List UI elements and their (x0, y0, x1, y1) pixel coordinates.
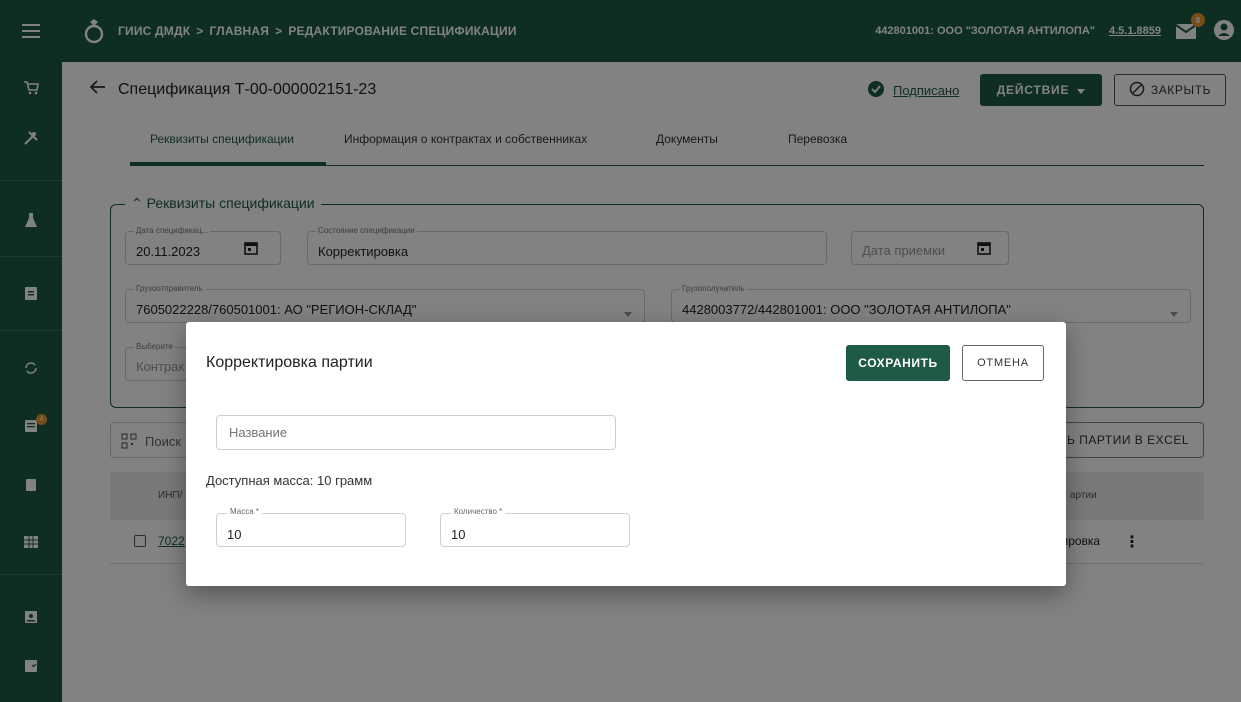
name-input[interactable] (216, 415, 616, 450)
quantity-value: 10 (451, 527, 466, 542)
save-button[interactable]: СОХРАНИТЬ (846, 345, 950, 381)
quantity-label: Количество * (451, 507, 506, 516)
dialog-title: Корректировка партии (206, 354, 373, 371)
available-mass-text: Доступная масса: 10 грамм (206, 473, 373, 488)
mass-field[interactable]: Масса * 10 (216, 507, 406, 547)
cancel-button[interactable]: ОТМЕНА (962, 345, 1044, 381)
mass-value: 10 (227, 527, 242, 542)
quantity-field[interactable]: Количество * 10 (440, 507, 630, 547)
mass-label: Масса * (227, 507, 262, 516)
edit-batch-dialog: Корректировка партии СОХРАНИТЬ ОТМЕНА До… (186, 322, 1066, 586)
